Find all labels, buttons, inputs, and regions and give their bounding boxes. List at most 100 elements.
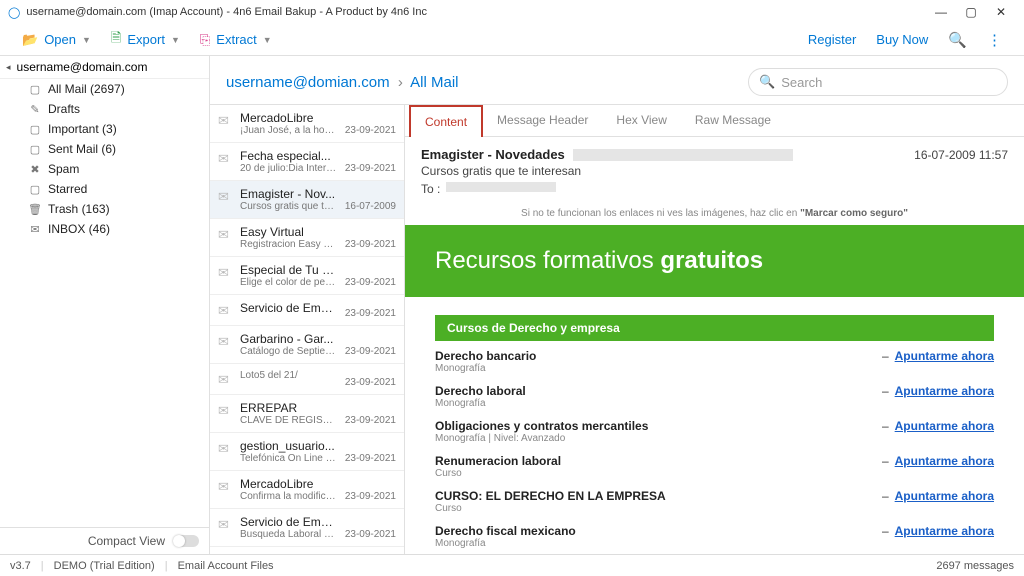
folder-open-icon: 📂 [22,32,38,48]
maximize-button[interactable]: ▢ [956,5,986,19]
folder-item[interactable]: ▢Sent Mail (6) [0,139,209,159]
message-subject: Emagister - Nov... [240,187,337,201]
course-title: Derecho laboral [435,384,882,398]
course-meta: Monografía [435,363,882,374]
message-item[interactable]: ✉Garbarino - Gar...Catálogo de Septiembr… [210,326,404,364]
message-item[interactable]: ✉ Especial de Tu P...Elige el color de pe… [210,257,404,295]
enroll-link[interactable]: Apuntarme ahora [895,349,994,363]
email-banner: Recursos formativos gratuitos [405,225,1024,297]
message-subject: Easy Virtual [240,225,337,239]
main-toolbar: 📂 Open ▼ 🗎 Export ▼ ⎘ Extract ▼ Register… [0,24,1024,56]
redacted-block [573,149,793,161]
box-icon: ▢ [28,122,42,136]
folder-item[interactable]: ✖Spam [0,159,209,179]
redacted-block [446,182,556,192]
extract-button[interactable]: ⎘ Extract ▼ [190,28,282,52]
account-row[interactable]: ◂ username@domain.com [0,56,209,79]
message-item[interactable]: ✉tarieta@tunara [210,547,404,554]
edition-label: DEMO (Trial Edition) [54,560,155,572]
open-button[interactable]: 📂 Open ▼ [12,28,101,52]
message-preview: Registracion Easy Virtua [240,239,337,250]
course-title: CURSO: EL DERECHO EN LA EMPRESA [435,489,882,503]
more-icon[interactable]: ⋮ [977,31,1012,49]
compact-view-label: Compact View [88,534,165,548]
tab-hex-view[interactable]: Hex View [602,105,680,136]
window-titlebar: ◯ username@domain.com (Imap Account) - 4… [0,0,1024,24]
message-date: 23-09-2021 [345,125,396,136]
register-link[interactable]: Register [798,32,866,47]
message-subject: Servicio de Emp... [240,515,337,529]
message-date: 23-09-2021 [345,239,396,250]
folder-sidebar: ◂ username@domain.com ▢All Mail (2697)✎D… [0,56,210,554]
status-bar: v3.7 | DEMO (Trial Edition) | Email Acco… [0,554,1024,576]
message-item[interactable]: ✉MercadoLibre¡Juan José, a la hora de23-… [210,105,404,143]
message-item[interactable]: ✉Servicio de Emp...Busqueda Laboral - SU… [210,509,404,547]
breadcrumb-account[interactable]: username@domian.com [226,74,390,91]
message-subject: gestion_usuario... [240,439,337,453]
compact-view-toggle[interactable] [173,535,199,547]
message-item[interactable]: ✉Servicio de Emp...23-09-2021 [210,295,404,326]
tab-message-header[interactable]: Message Header [483,105,602,136]
dash-icon: – [882,524,889,538]
message-count: 2697 messages [936,560,1014,572]
folder-label: INBOX (46) [48,222,110,236]
message-header-block: Emagister - Novedades 16-07-2009 11:57 C… [405,137,1024,202]
search-icon[interactable]: 🔍 [938,31,977,49]
box-icon: ▢ [28,82,42,96]
export-button[interactable]: 🗎 Export ▼ [101,25,190,55]
envelope-icon: ✉ [218,403,232,426]
folder-item[interactable]: ▢Starred [0,179,209,199]
window-title: username@domain.com (Imap Account) - 4n6… [26,6,427,18]
minimize-button[interactable]: — [926,5,956,19]
message-item[interactable]: ✉Emagister - Nov...Cursos gratis que te … [210,181,404,219]
message-preview: Elige el color de pelo, lo [240,277,337,288]
buy-now-link[interactable]: Buy Now [866,32,938,47]
search-input[interactable]: 🔍 Search [748,68,1008,96]
folder-label: Important (3) [48,122,117,136]
message-item[interactable]: ✉Fecha especial...20 de julio:Dia Intern… [210,143,404,181]
message-list[interactable]: ✉MercadoLibre¡Juan José, a la hora de23-… [210,105,405,554]
enroll-link[interactable]: Apuntarme ahora [895,454,994,468]
tab-content[interactable]: Content [409,105,483,137]
envelope-icon: ✉ [218,441,232,464]
folder-item[interactable]: ✎Drafts [0,99,209,119]
tab-raw-message[interactable]: Raw Message [681,105,785,136]
close-button[interactable]: ✕ [986,5,1016,19]
course-row: Obligaciones y contratos mercantilesMono… [435,417,994,446]
message-item[interactable]: ✉gestion_usuario...Telefónica On Line - … [210,433,404,471]
envelope-icon: ✉ [218,265,232,288]
message-item[interactable]: ✉MercadoLibreConfirma la modificació23-0… [210,471,404,509]
message-date: 23-09-2021 [345,491,396,502]
course-meta: Curso [435,468,882,479]
box-icon: ▢ [28,142,42,156]
breadcrumb: username@domian.com › All Mail [226,74,459,91]
message-preview: Confirma la modificació [240,491,337,502]
enroll-link[interactable]: Apuntarme ahora [895,384,994,398]
message-date: 16-07-2009 [345,201,396,212]
open-label: Open [44,32,76,47]
files-label: Email Account Files [178,560,274,572]
enroll-link[interactable]: Apuntarme ahora [895,489,994,503]
enroll-link[interactable]: Apuntarme ahora [895,524,994,538]
breadcrumb-folder[interactable]: All Mail [410,74,458,91]
message-item[interactable]: ✉Easy VirtualRegistracion Easy Virtua23-… [210,219,404,257]
course-meta: Monografía | Nivel: Avanzado [435,433,882,444]
enroll-link[interactable]: Apuntarme ahora [895,419,994,433]
message-preview: Busqueda Laboral - SUE [240,529,337,540]
folder-item[interactable]: ▢All Mail (2697) [0,79,209,99]
search-placeholder: Search [781,75,822,90]
dash-icon: – [882,384,889,398]
account-label: username@domain.com [17,60,148,74]
folder-item[interactable]: 🗑Trash (163) [0,199,209,219]
message-subject: Especial de Tu P... [240,263,337,277]
envelope-icon: ✉ [218,372,232,388]
course-meta: Monografía [435,398,882,409]
box-icon: ▢ [28,182,42,196]
message-subject: ERREPAR [240,401,337,415]
message-item[interactable]: ✉ERREPARCLAVE DE REGISTRACIO23-09-2021 [210,395,404,433]
folder-item[interactable]: ▢ Important (3) [0,119,209,139]
message-subtitle: Cursos gratis que te interesan [421,164,1008,178]
message-item[interactable]: ✉Loto5 del 21/23-09-2021 [210,364,404,395]
folder-item[interactable]: ✉INBOX (46) [0,219,209,239]
message-subject: Servicio de Emp... [240,301,337,315]
